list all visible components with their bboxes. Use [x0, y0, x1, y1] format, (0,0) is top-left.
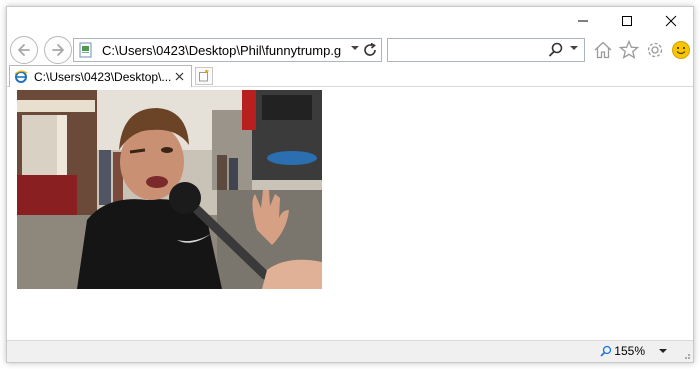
- forward-arrow-icon: [52, 44, 64, 56]
- window-caption-buttons: [561, 7, 693, 35]
- address-url[interactable]: C:\Users\0423\Desktop\Phil\funnytrump.gi…: [102, 43, 342, 58]
- new-tab-icon: [199, 70, 209, 82]
- settings-gear-icon: [647, 42, 663, 58]
- search-dropdown-icon[interactable]: [570, 44, 578, 52]
- address-dropdown-icon[interactable]: [351, 44, 359, 52]
- settings-button[interactable]: [644, 39, 666, 61]
- close-icon: [665, 15, 677, 27]
- tab-bar: C:\Users\0423\Desktop\...: [7, 65, 693, 87]
- status-bar: 155%: [7, 340, 693, 362]
- minimize-button[interactable]: [561, 7, 605, 35]
- close-button[interactable]: [649, 7, 693, 35]
- toolbar-icons: [592, 39, 692, 61]
- zoom-magnifier-icon: [600, 345, 612, 357]
- zoom-control[interactable]: 155%: [600, 344, 667, 358]
- search-icon[interactable]: [548, 42, 564, 58]
- search-input[interactable]: [391, 41, 541, 59]
- back-arrow-icon: [18, 44, 30, 56]
- zoom-level: 155%: [614, 344, 645, 358]
- forward-button[interactable]: [44, 36, 72, 64]
- favorites-button[interactable]: [618, 39, 640, 61]
- maximize-icon: [622, 16, 632, 26]
- feedback-smiley-icon: [672, 41, 690, 59]
- feedback-button[interactable]: [670, 39, 692, 61]
- maximize-button[interactable]: [605, 7, 649, 35]
- navigation-bar: C:\Users\0423\Desktop\Phil\funnytrump.gi…: [7, 35, 693, 65]
- tab-close-icon[interactable]: [173, 70, 186, 83]
- gif-frame-illustration: [17, 90, 322, 289]
- page-icon: [79, 42, 92, 58]
- home-icon: [594, 41, 612, 59]
- new-tab-button[interactable]: [195, 67, 213, 85]
- back-button[interactable]: [10, 36, 38, 64]
- zoom-dropdown-icon[interactable]: [659, 347, 667, 355]
- browser-window: C:\Users\0423\Desktop\Phil\funnytrump.gi…: [6, 6, 694, 363]
- gif-image: [17, 90, 322, 289]
- tab-title: C:\Users\0423\Desktop\...: [34, 69, 172, 84]
- internet-explorer-icon: [14, 70, 28, 83]
- tab-active[interactable]: C:\Users\0423\Desktop\...: [9, 65, 192, 87]
- minimize-icon: [578, 20, 588, 22]
- address-bar[interactable]: C:\Users\0423\Desktop\Phil\funnytrump.gi…: [73, 38, 382, 62]
- favorites-star-icon: [619, 40, 639, 59]
- page-content: [7, 88, 693, 340]
- search-box[interactable]: [387, 38, 585, 62]
- home-button[interactable]: [592, 39, 614, 61]
- resize-grip-icon[interactable]: [681, 350, 691, 360]
- refresh-icon[interactable]: [362, 42, 378, 58]
